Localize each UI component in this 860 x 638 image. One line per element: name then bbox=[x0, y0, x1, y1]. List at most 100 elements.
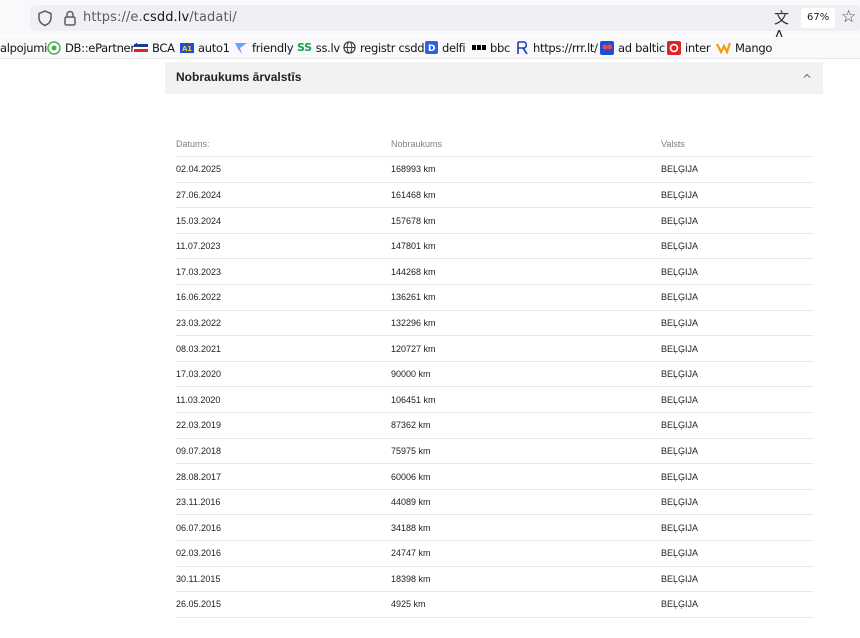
cell-country: BEĻĢIJA bbox=[661, 386, 813, 414]
cell-country: BEĻĢIJA bbox=[661, 284, 813, 311]
bookmark-label: BCA bbox=[152, 41, 175, 55]
table-row: 06.07.2016 34188 km BEĻĢIJA bbox=[176, 514, 813, 541]
bookmark-label: inter bbox=[685, 41, 711, 55]
column-header-date: Datums: bbox=[176, 131, 391, 158]
table-row: 11.07.2023 147801 km BEĻĢIJA bbox=[176, 233, 813, 260]
bookmark-ad-baltic[interactable]: ad baltic bbox=[600, 40, 665, 56]
cell-mileage: 87362 km bbox=[391, 412, 661, 439]
table-row: 17.03.2020 90000 km BEĻĢIJA bbox=[176, 361, 813, 388]
bookmark-friendly[interactable]: friendly bbox=[234, 40, 294, 56]
foreign-mileage-panel-header[interactable]: Nobraukums ārvalstīs bbox=[165, 62, 823, 94]
table-row: 23.11.2016 44089 km BEĻĢIJA bbox=[176, 489, 813, 516]
ad-baltic-icon bbox=[600, 40, 614, 55]
shield-icon[interactable] bbox=[36, 9, 54, 27]
table-row: 27.06.2024 161468 km BEĻĢIJA bbox=[176, 182, 813, 209]
cell-mileage: 60006 km bbox=[391, 463, 661, 490]
inter-icon bbox=[667, 40, 681, 55]
svg-text:D: D bbox=[428, 44, 435, 54]
bookmark-bca[interactable]: BCA bbox=[134, 40, 175, 56]
bookmark-label: alpojumi bbox=[0, 41, 48, 55]
bookmark-delfi[interactable]: Ddelfi bbox=[425, 40, 466, 56]
cell-mileage: 34188 km bbox=[391, 514, 661, 541]
table-header-row: Datums: Nobraukums Valsts bbox=[176, 131, 813, 158]
cell-country: BEĻĢIJA bbox=[661, 489, 813, 516]
bookmark-label: delfi bbox=[442, 41, 466, 55]
zoom-level[interactable]: 67% bbox=[801, 8, 836, 28]
table-row: 08.03.2021 120727 km BEĻĢIJA bbox=[176, 335, 813, 362]
cell-country: BEĻĢIJA bbox=[661, 540, 813, 567]
bbc-icon bbox=[472, 44, 486, 50]
url-text[interactable]: https://e.csdd.lv/tadati/ bbox=[83, 10, 237, 25]
cell-date: 17.03.2023 bbox=[176, 258, 391, 286]
cell-date: 09.07.2018 bbox=[176, 438, 391, 465]
column-header-country: Valsts bbox=[661, 131, 813, 158]
url-prefix: https://e. bbox=[83, 10, 143, 25]
bookmarks-toolbar: alpojumi DB::ePartneri BCA A1 auto1 frien… bbox=[0, 37, 860, 59]
cell-mileage: 4925 km bbox=[391, 591, 661, 618]
table-row: 30.11.2015 18398 km BEĻĢIJA bbox=[176, 566, 813, 593]
bookmark-auto1[interactable]: A1 auto1 bbox=[180, 40, 230, 56]
bookmark-label: DB::ePartneri bbox=[65, 41, 138, 55]
bookmark-alpojumi[interactable]: alpojumi bbox=[0, 40, 47, 56]
svg-text:A1: A1 bbox=[182, 45, 192, 53]
cell-mileage: 161468 km bbox=[391, 182, 661, 209]
bookmark-bbc[interactable]: bbc bbox=[472, 40, 510, 56]
mileage-history-table: Datums: Nobraukums Valsts 02.04.2025 1689… bbox=[176, 131, 813, 618]
table-row: 17.03.2023 144268 km BEĻĢIJA bbox=[176, 258, 813, 286]
cell-mileage: 136261 km bbox=[391, 284, 661, 311]
bookmark-label: ad baltic bbox=[618, 41, 665, 55]
table-row: 02.04.2025 168993 km BEĻĢIJA bbox=[176, 156, 813, 183]
bookmark-rrr-lt[interactable]: https://rrr.lt/ bbox=[516, 40, 598, 56]
bookmark-label: auto1 bbox=[198, 41, 230, 55]
cell-country: BEĻĢIJA bbox=[661, 182, 813, 209]
delfi-icon: D bbox=[425, 41, 438, 54]
bookmark-db-epartneri[interactable]: DB::ePartneri bbox=[47, 40, 138, 56]
translate-icon[interactable]: 文A bbox=[774, 9, 792, 45]
panel-title: Nobraukums ārvalstīs bbox=[176, 70, 302, 84]
lock-icon[interactable] bbox=[62, 9, 78, 27]
bookmark-label: registr csdd bbox=[360, 41, 425, 55]
cell-mileage: 168993 km bbox=[391, 156, 661, 183]
cell-country: BEĻĢIJA bbox=[661, 258, 813, 286]
cell-country: BEĻĢIJA bbox=[661, 412, 813, 439]
cell-date: 06.07.2016 bbox=[176, 514, 391, 541]
bookmark-registr-csdd[interactable]: registr csdd bbox=[343, 40, 425, 56]
table-row: 16.06.2022 136261 km BEĻĢIJA bbox=[176, 284, 813, 311]
bookmark-inter[interactable]: inter bbox=[667, 40, 711, 56]
column-header-mileage: Nobraukums bbox=[391, 131, 661, 158]
bookmark-ss-lv[interactable]: SS ss.lv bbox=[297, 40, 340, 56]
cell-date: 26.05.2015 bbox=[176, 591, 391, 618]
globe-icon bbox=[343, 41, 356, 54]
url-path: /tadati/ bbox=[189, 10, 237, 25]
bca-icon bbox=[134, 43, 148, 52]
cell-country: BEĻĢIJA bbox=[661, 591, 813, 618]
cell-mileage: 120727 km bbox=[391, 335, 661, 362]
bookmark-label: bbc bbox=[490, 41, 511, 55]
cell-country: BEĻĢIJA bbox=[661, 361, 813, 388]
cell-mileage: 24747 km bbox=[391, 540, 661, 567]
cell-date: 23.11.2016 bbox=[176, 489, 391, 516]
cell-country: BEĻĢIJA bbox=[661, 233, 813, 260]
cell-country: BEĻĢIJA bbox=[661, 310, 813, 337]
cell-date: 23.03.2022 bbox=[176, 310, 391, 337]
bookmark-mango[interactable]: Mango bbox=[716, 40, 772, 56]
cell-mileage: 157678 km bbox=[391, 207, 661, 234]
bookmark-star-icon[interactable]: ☆ bbox=[841, 7, 856, 27]
cell-date: 30.11.2015 bbox=[176, 566, 391, 593]
cell-date: 22.03.2019 bbox=[176, 412, 391, 439]
table-row: 15.03.2024 157678 km BEĻĢIJA bbox=[176, 207, 813, 234]
cell-mileage: 18398 km bbox=[391, 566, 661, 593]
cell-date: 28.08.2017 bbox=[176, 463, 391, 490]
chevron-up-icon[interactable] bbox=[801, 70, 813, 82]
address-bar[interactable]: https://e.csdd.lv/tadati/ 文A 67% ☆ bbox=[30, 5, 860, 45]
cell-mileage: 144268 km bbox=[391, 258, 661, 286]
cell-date: 15.03.2024 bbox=[176, 207, 391, 234]
cell-mileage: 75975 km bbox=[391, 438, 661, 465]
cell-country: BEĻĢIJA bbox=[661, 566, 813, 593]
cell-country: BEĻĢIJA bbox=[661, 156, 813, 183]
cell-mileage: 147801 km bbox=[391, 233, 661, 260]
table-row: 22.03.2019 87362 km BEĻĢIJA bbox=[176, 412, 813, 439]
browser-toolbar: https://e.csdd.lv/tadati/ 文A 67% ☆ bbox=[0, 0, 860, 45]
cell-mileage: 44089 km bbox=[391, 489, 661, 516]
bookmark-label: friendly bbox=[252, 41, 294, 55]
